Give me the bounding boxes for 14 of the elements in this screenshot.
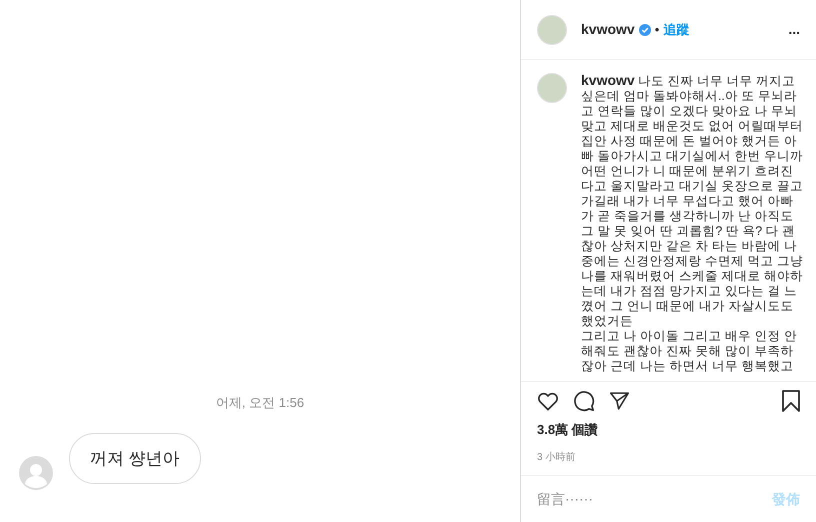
post-caption: kvwowv 나도 진짜 너무 너무 꺼지고 싶은데 엄마 돌봐야해서..아 또 무뇌라 고 연락들 많이 오겠다 맞아요 나 무뇌 맞고 제대로 배운것도 없어 어릴때부터 집안 사정 때문에 돈 벌어야 했거든 아 빠 돌아가시고 대기실에서 한번 우니까 어떤 언니가 니 때문에 분위기 흐려진 다고 울지말라고 대기실 옷장으로 끌고 가길래 내가 너무 무섭다고 했어 아빠 가 곧 죽을거를 생각하니까 난 아직도 그 말 못 잊어 딴 괴롭힘? 딴 욕? 다 괜 찮아 상처지만 같은 차 타는 바람에 나 중에는 신경안정제랑 수면제 먹고 그냥 나를 재워버렸어 스케줄 제대로 해야하 는데 내가 점점 망가지고 있다는 걸 느 꼈어 그 언니 때문에 내가 자살시도도 했었거든 그리고 나 아이돌 그리고 배우 인정 안 해줘도 괜찮아 진짜 못해 많이 부족하 잖아 근데 나는 하면서 너무 행복했고 bbox=[581, 73, 803, 375]
comment-input-field[interactable]: 留言⋯⋯ bbox=[537, 488, 772, 510]
bookmark-icon[interactable] bbox=[782, 390, 800, 412]
heart-icon[interactable] bbox=[537, 391, 559, 411]
message-timestamp: 어제, 오전 1:56 bbox=[216, 394, 304, 412]
message-bubble: 꺼져 썅년아 bbox=[69, 432, 201, 484]
separator: • bbox=[654, 20, 660, 39]
like-count[interactable]: 3.8萬 個讚 bbox=[537, 422, 598, 437]
more-options[interactable]: ... bbox=[788, 19, 800, 40]
username[interactable]: kvwowv bbox=[581, 19, 635, 40]
comment-icon[interactable] bbox=[573, 390, 595, 412]
send-icon[interactable] bbox=[609, 391, 630, 411]
post-time: 3 小時前 bbox=[537, 452, 576, 463]
avatar-silhouette-icon bbox=[19, 456, 53, 490]
